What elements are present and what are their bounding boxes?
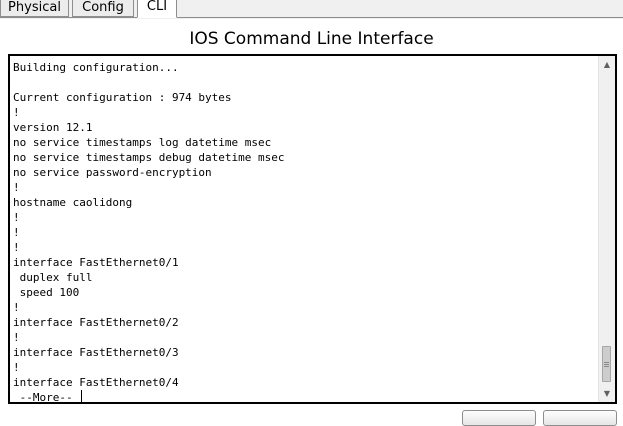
console-line: speed 100 (13, 286, 80, 299)
cli-console[interactable]: Building configuration... Current config… (8, 54, 617, 404)
tab-physical[interactable]: Physical (0, 0, 69, 17)
console-line: ! (13, 226, 20, 239)
console-lines: Building configuration... Current config… (13, 61, 285, 404)
console-line: ! (13, 361, 20, 374)
scroll-up-arrow-icon[interactable]: ▲ (599, 56, 615, 73)
console-output[interactable]: Building configuration... Current config… (13, 60, 599, 404)
console-line: interface FastEthernet0/3 (13, 346, 179, 359)
panel-title: IOS Command Line Interface (189, 29, 434, 49)
console-line: interface FastEthernet0/1 (13, 256, 179, 269)
thumb-grip (604, 366, 609, 367)
console-line: Current configuration : 974 bytes (13, 91, 232, 104)
console-line: ! (13, 181, 20, 194)
scroll-thumb[interactable] (602, 346, 611, 382)
tab-bar: Physical Config CLI (0, 0, 623, 19)
scroll-down-arrow-icon[interactable]: ▼ (599, 385, 615, 402)
console-line: no service timestamps debug datetime mse… (13, 151, 285, 164)
console-line: no service timestamps log datetime msec (13, 136, 272, 149)
console-line: version 12.1 (13, 121, 93, 134)
bottom-button-right[interactable] (543, 410, 617, 426)
console-line: interface FastEthernet0/4 (13, 376, 179, 389)
console-line: ! (13, 331, 20, 344)
console-line: ! (13, 106, 20, 119)
console-scrollbar[interactable]: ▲ ▼ (598, 56, 615, 402)
console-line: Building configuration... (13, 61, 179, 74)
console-line: ! (13, 301, 20, 314)
thumb-grip (604, 362, 609, 363)
thumb-grip (604, 364, 609, 365)
text-cursor (81, 390, 83, 402)
console-line: hostname caolidong (13, 196, 133, 209)
console-line: ! (13, 211, 20, 224)
bottom-button-left[interactable] (462, 410, 536, 426)
console-line: interface FastEthernet0/2 (13, 316, 179, 329)
console-line: ! (13, 241, 20, 254)
console-line: --More-- (13, 391, 80, 404)
tab-cli[interactable]: CLI (137, 0, 177, 18)
tab-config[interactable]: Config (72, 0, 134, 17)
console-line: duplex full (13, 271, 93, 284)
console-line: no service password-encryption (13, 166, 212, 179)
